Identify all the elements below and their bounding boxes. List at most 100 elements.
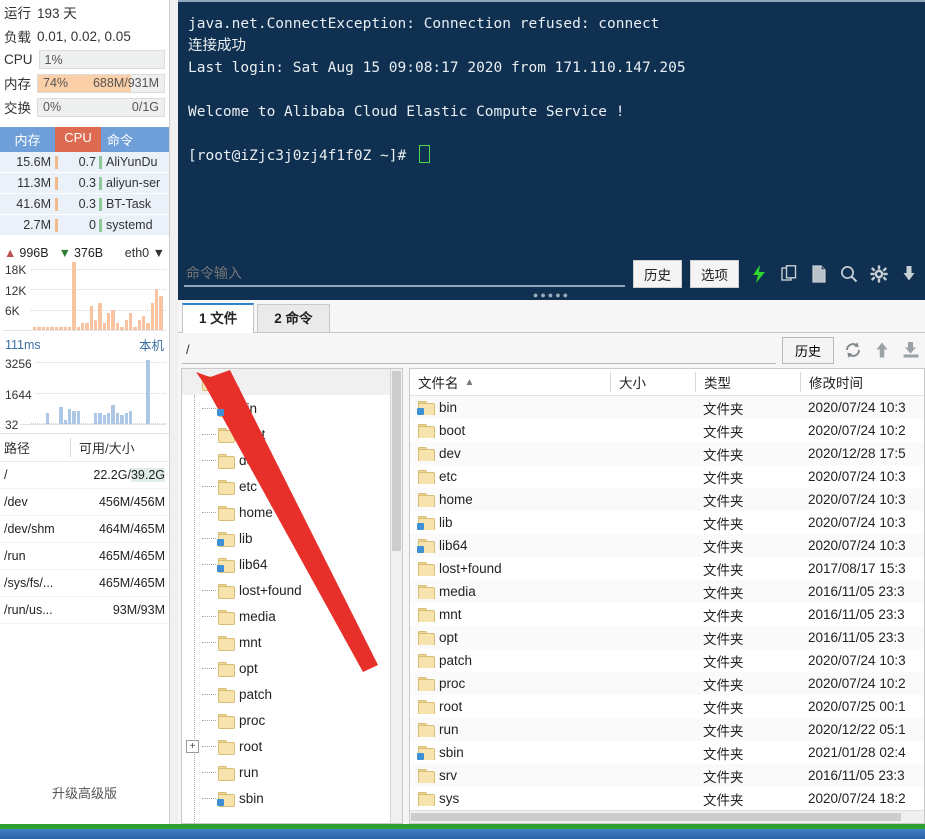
disk-row[interactable]: /dev/shm 464M/465M [0,516,169,543]
tree-node-label: boot [239,426,266,442]
tree-node-list: / bin boot dev etc home lib lib64 lost+found medi… [182,369,402,811]
file-list[interactable]: 文件名 ▲ 大小 类型 修改时间 bin 文件夹 2020/07/24 10:3 bo… [409,368,925,824]
directory-tree[interactable]: / bin boot dev etc home lib lib64 lost+found medi… [181,368,403,824]
file-row[interactable]: home 文件夹 2020/07/24 10:3 [410,488,924,511]
search-icon[interactable] [839,264,859,284]
terminal-history-button[interactable]: 历史 [633,260,682,288]
gear-icon[interactable] [869,264,889,284]
file-row[interactable]: etc 文件夹 2020/07/24 10:3 [410,465,924,488]
file-name-cell: sys [410,791,610,806]
disk-row[interactable]: /sys/fs/... 465M/465M [0,570,169,597]
file-name-cell: lib [410,515,610,530]
file-row[interactable]: proc 文件夹 2020/07/24 10:2 [410,672,924,695]
terminal-output[interactable]: java.net.ConnectException: Connection re… [178,5,925,255]
tree-node-bin[interactable]: bin [182,395,402,421]
file-row[interactable]: lost+found 文件夹 2017/08/17 15:3 [410,557,924,580]
file-mtime-cell: 2020/07/24 10:3 [808,492,906,507]
copy-icon[interactable] [779,264,799,284]
process-header-cmd[interactable]: 命令 [101,127,169,152]
chart-bar [98,302,102,330]
process-header-mem[interactable]: 内存 [0,127,55,152]
file-row[interactable]: root 文件夹 2020/07/25 00:1 [410,695,924,718]
process-row[interactable]: 2.7M 0 systemd [0,215,169,236]
command-input[interactable] [184,261,625,287]
tree-node-media[interactable]: media [182,603,402,629]
network-interface-select[interactable]: eth0 ▼ [125,246,165,260]
paste-icon[interactable] [809,264,829,284]
folder-icon [217,791,235,807]
process-row[interactable]: 15.6M 0.7 AliYunDu [0,152,169,173]
disk-size-total: 465M [133,549,165,563]
file-mtime-cell: 2020/12/22 05:1 [808,722,906,737]
file-row[interactable]: lib 文件夹 2020/07/24 10:3 [410,511,924,534]
process-row[interactable]: 11.3M 0.3 aliyun-ser [0,173,169,194]
column-header-name[interactable]: 文件名 ▲ [410,372,610,392]
file-type-cell: 文件夹 [703,539,744,555]
chart-bar [76,326,80,330]
tree-node-dev[interactable]: dev [182,447,402,473]
tree-node-sbin[interactable]: sbin [182,785,402,811]
file-row[interactable]: lib64 文件夹 2020/07/24 10:3 [410,534,924,557]
column-header-type[interactable]: 类型 [695,372,800,392]
file-list-hscrollbar[interactable] [410,810,924,823]
tree-node-run[interactable]: run [182,759,402,785]
download-icon[interactable] [899,264,919,284]
chart-bar [107,313,111,330]
file-name: boot [439,423,466,438]
tree-node-boot[interactable]: boot [182,421,402,447]
tree-node-home[interactable]: home [182,499,402,525]
file-list-hscrollbar-thumb[interactable] [411,813,901,821]
download-icon[interactable] [901,340,921,360]
process-header-cpu[interactable]: CPU [55,127,101,152]
expand-icon[interactable]: + [186,739,202,753]
tree-node-root[interactable]: + root [182,733,402,759]
refresh-icon[interactable] [843,340,863,360]
tab-1[interactable]: 1 文件 [182,303,255,333]
tab-2[interactable]: 2 命令 [257,304,330,332]
upload-arrow-icon: ▲ [4,246,17,260]
file-row[interactable]: mnt 文件夹 2016/11/05 23:3 [410,603,924,626]
process-mem-bar [55,155,58,169]
tree-node-mnt[interactable]: mnt [182,629,402,655]
terminal-options-button[interactable]: 选项 [690,260,739,288]
column-header-mtime[interactable]: 修改时间 [800,372,924,392]
file-row[interactable]: srv 文件夹 2016/11/05 23:3 [410,764,924,787]
file-name-cell: bin [410,400,610,415]
lightning-icon[interactable] [749,264,769,284]
process-row[interactable]: 41.6M 0.3 BT-Task [0,194,169,215]
disk-row[interactable]: /run 465M/465M [0,543,169,570]
upgrade-link[interactable]: 升级高级版 [0,783,169,802]
chart-bar [146,359,150,424]
tree-node-lib[interactable]: lib [182,525,402,551]
tree-root-node[interactable]: / [182,369,402,395]
file-row[interactable]: sys 文件夹 2020/07/24 18:2 [410,787,924,810]
file-row[interactable]: run 文件夹 2020/12/22 05:1 [410,718,924,741]
tree-scrollbar[interactable] [390,369,402,823]
tree-node-proc[interactable]: proc [182,707,402,733]
disk-row[interactable]: /dev 456M/456M [0,489,169,516]
file-row[interactable]: patch 文件夹 2020/07/24 10:3 [410,649,924,672]
file-row[interactable]: sbin 文件夹 2021/01/28 02:4 [410,741,924,764]
path-history-button[interactable]: 历史 [781,336,834,364]
tree-node-lost+found[interactable]: lost+found [182,577,402,603]
disk-row[interactable]: / 22.2G/39.2G [0,462,169,489]
file-name-cell: mnt [410,607,610,622]
disk-row[interactable]: /run/us... 93M/93M [0,597,169,624]
process-mem: 2.7M [23,218,51,232]
process-mem-bar [55,218,58,232]
folder-icon [218,505,235,521]
tree-node-opt[interactable]: opt [182,655,402,681]
file-row[interactable]: media 文件夹 2016/11/05 23:3 [410,580,924,603]
column-header-size[interactable]: 大小 [610,372,695,392]
file-row[interactable]: dev 文件夹 2020/12/28 17:5 [410,442,924,465]
tree-node-lib64[interactable]: lib64 [182,551,402,577]
upload-icon[interactable] [872,340,892,360]
file-row[interactable]: opt 文件夹 2016/11/05 23:3 [410,626,924,649]
tree-scrollbar-thumb[interactable] [392,371,401,551]
file-row[interactable]: boot 文件夹 2020/07/24 10:2 [410,419,924,442]
tree-node-patch[interactable]: patch [182,681,402,707]
file-row[interactable]: bin 文件夹 2020/07/24 10:3 [410,396,924,419]
chart-bar [150,302,155,330]
tree-node-etc[interactable]: etc [182,473,402,499]
path-input[interactable] [182,336,776,364]
